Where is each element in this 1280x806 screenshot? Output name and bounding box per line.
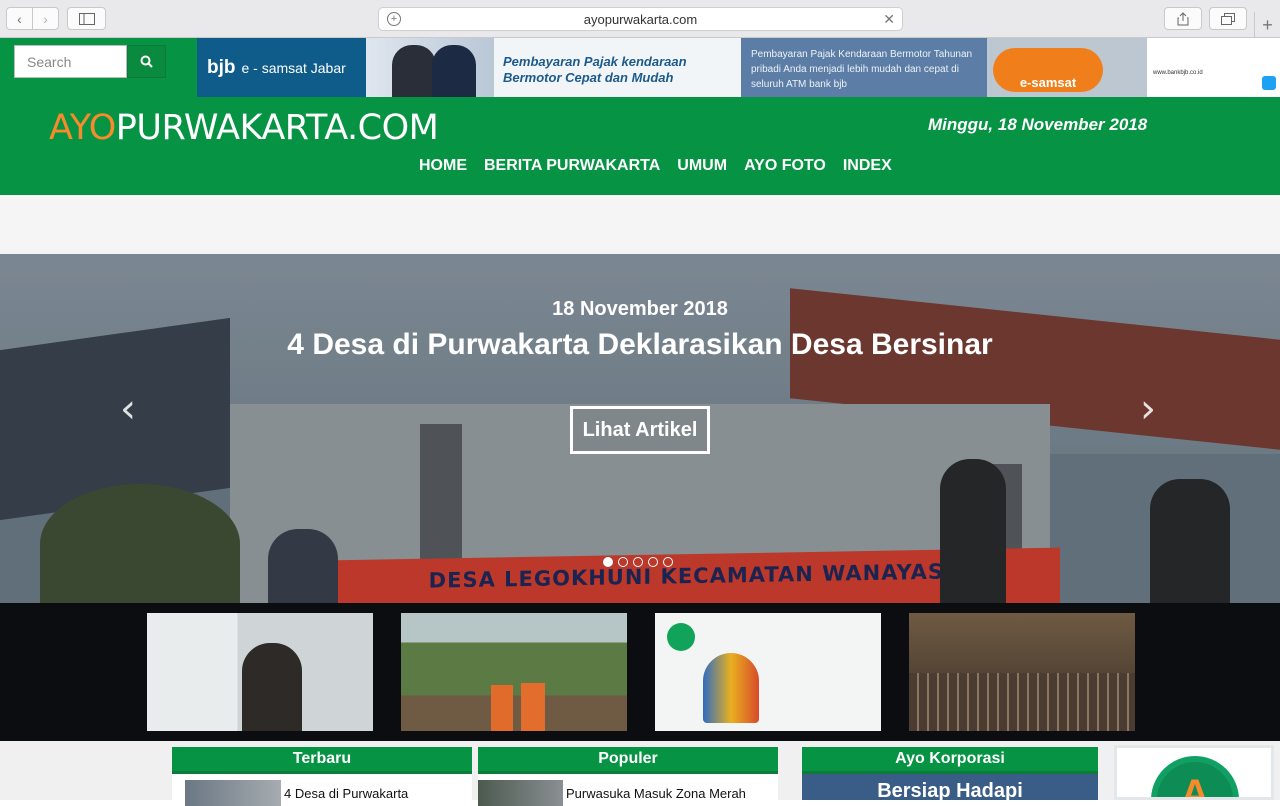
section-populer-title: Populer (478, 747, 778, 774)
search-form (14, 45, 166, 78)
top-bar: bjb e - samsat Jabar Pembayaran Pajak ke… (0, 38, 1280, 97)
list-item-title: 4 Desa di Purwakarta (284, 785, 409, 801)
logo-ayo: AYO (49, 108, 116, 148)
ad-people-image (366, 38, 494, 97)
menu-index[interactable]: INDEX (843, 157, 892, 175)
ad-person (432, 45, 476, 97)
hero-slider: DESA LEGOKHUNI KECAMATAN WANAYASA 18 Nov… (0, 254, 1280, 603)
prev-slide-icon[interactable]: ‹ (120, 386, 136, 432)
slide-dot[interactable] (603, 557, 613, 567)
ad-footer: www.bankbjb.co.id (1147, 38, 1280, 97)
menu-berita-purwakarta[interactable]: BERITA PURWAKARTA (484, 157, 660, 175)
thumb-cage (909, 673, 1135, 731)
thumb-firefighter (521, 683, 545, 731)
thumbnail-4[interactable] (909, 613, 1135, 731)
sidebar-ad[interactable]: A (1114, 745, 1274, 800)
search-button[interactable] (127, 45, 166, 78)
thumbnail-1[interactable] (147, 613, 373, 731)
esamsat-badge: e-samsat (993, 48, 1103, 92)
search-icon (140, 55, 153, 68)
section-korporasi-title: Ayo Korporasi (802, 747, 1098, 774)
list-item[interactable]: Purwasuka Masuk Zona Merah (478, 780, 778, 806)
ad-description: Pembayaran Pajak Kendaraan Bermotor Tahu… (741, 38, 987, 97)
menu-home[interactable]: HOME (419, 157, 467, 175)
site-header: AYOPURWAKARTA.COM Minggu, 18 November 20… (0, 97, 1280, 195)
ad-banner[interactable]: bjb e - samsat Jabar Pembayaran Pajak ke… (197, 38, 1280, 97)
hero-title[interactable]: 4 Desa di Purwakarta Deklarasikan Desa B… (0, 328, 1280, 362)
ad-brand-name: bjb (207, 56, 236, 78)
slide-dot[interactable] (663, 557, 673, 567)
history-nav: ‹ › (6, 7, 59, 30)
ad-promo-text: Pembayaran Pajak kendaraan Bermotor Cepa… (494, 38, 741, 97)
logo-purwakarta: PURWAKARTA.COM (115, 108, 439, 148)
forward-icon[interactable]: › (32, 8, 58, 29)
thumb-torch (703, 653, 759, 723)
menu-ayo-foto[interactable]: AYO FOTO (744, 157, 826, 175)
list-item[interactable]: 4 Desa di Purwakarta (172, 780, 472, 806)
ad-footer-url: www.bankbjb.co.id (1153, 70, 1203, 76)
browser-toolbar: ‹ › + ayopurwakarta.com ✕ + (0, 0, 1280, 38)
share-button[interactable] (1164, 7, 1202, 30)
header-spacer (0, 195, 1280, 254)
section-populer: Populer Purwasuka Masuk Zona Merah (478, 747, 778, 806)
sidebar-icon (78, 12, 95, 25)
stop-loading-icon[interactable]: ✕ (883, 11, 895, 28)
slide-dot[interactable] (618, 557, 628, 567)
korporasi-preview[interactable]: Bersiap Hadapi (802, 774, 1098, 802)
ad-brand-sub: e - samsat Jabar (241, 59, 346, 76)
ayo-logo-icon: A (1151, 756, 1239, 797)
site-logo[interactable]: AYOPURWAKARTA.COM (49, 108, 439, 148)
ad-brand: bjb e - samsat Jabar (197, 38, 366, 97)
share-icon (1177, 11, 1189, 25)
tabs-overview-button[interactable] (1209, 7, 1247, 30)
back-icon[interactable]: ‹ (7, 8, 32, 29)
thumbnail-strip (0, 603, 1280, 741)
next-slide-icon[interactable]: › (1140, 386, 1156, 432)
twitter-icon (1262, 76, 1276, 90)
thumbnail-3[interactable] (655, 613, 881, 731)
slide-dot[interactable] (633, 557, 643, 567)
thumb-person (242, 643, 302, 731)
url-text: ayopurwakarta.com (583, 11, 698, 27)
content-sections: Terbaru 4 Desa di Purwakarta Populer Pur… (0, 741, 1280, 806)
thumb-firefighter (491, 685, 513, 731)
list-item-thumb (478, 780, 563, 806)
tabs-icon (1221, 12, 1235, 25)
section-terbaru: Terbaru 4 Desa di Purwakarta (172, 747, 472, 806)
thumbnail-2[interactable] (401, 613, 627, 731)
list-item-thumb (185, 780, 281, 806)
thumb-logo (667, 623, 695, 651)
ad-esamsat-logo: e-samsat (987, 38, 1147, 97)
slide-indicators (603, 557, 673, 567)
list-item-title: Purwasuka Masuk Zona Merah (566, 785, 746, 801)
section-korporasi: Ayo Korporasi Bersiap Hadapi (802, 747, 1098, 802)
slide-dot[interactable] (648, 557, 658, 567)
site-settings-icon[interactable]: + (387, 12, 401, 26)
read-article-button[interactable]: Lihat Artikel (570, 406, 710, 454)
menu-umum[interactable]: UMUM (677, 157, 727, 175)
new-tab-button[interactable]: + (1254, 12, 1280, 38)
hero-date: 18 November 2018 (552, 298, 728, 320)
header-date: Minggu, 18 November 2018 (928, 115, 1148, 134)
ad-person (392, 45, 436, 97)
sidebar-toggle-button[interactable] (67, 7, 106, 30)
address-bar[interactable]: + ayopurwakarta.com ✕ (378, 7, 903, 31)
search-input[interactable] (14, 45, 127, 78)
section-terbaru-title: Terbaru (172, 747, 472, 774)
main-menu: HOME BERITA PURWAKARTA UMUM AYO FOTO IND… (419, 157, 892, 175)
